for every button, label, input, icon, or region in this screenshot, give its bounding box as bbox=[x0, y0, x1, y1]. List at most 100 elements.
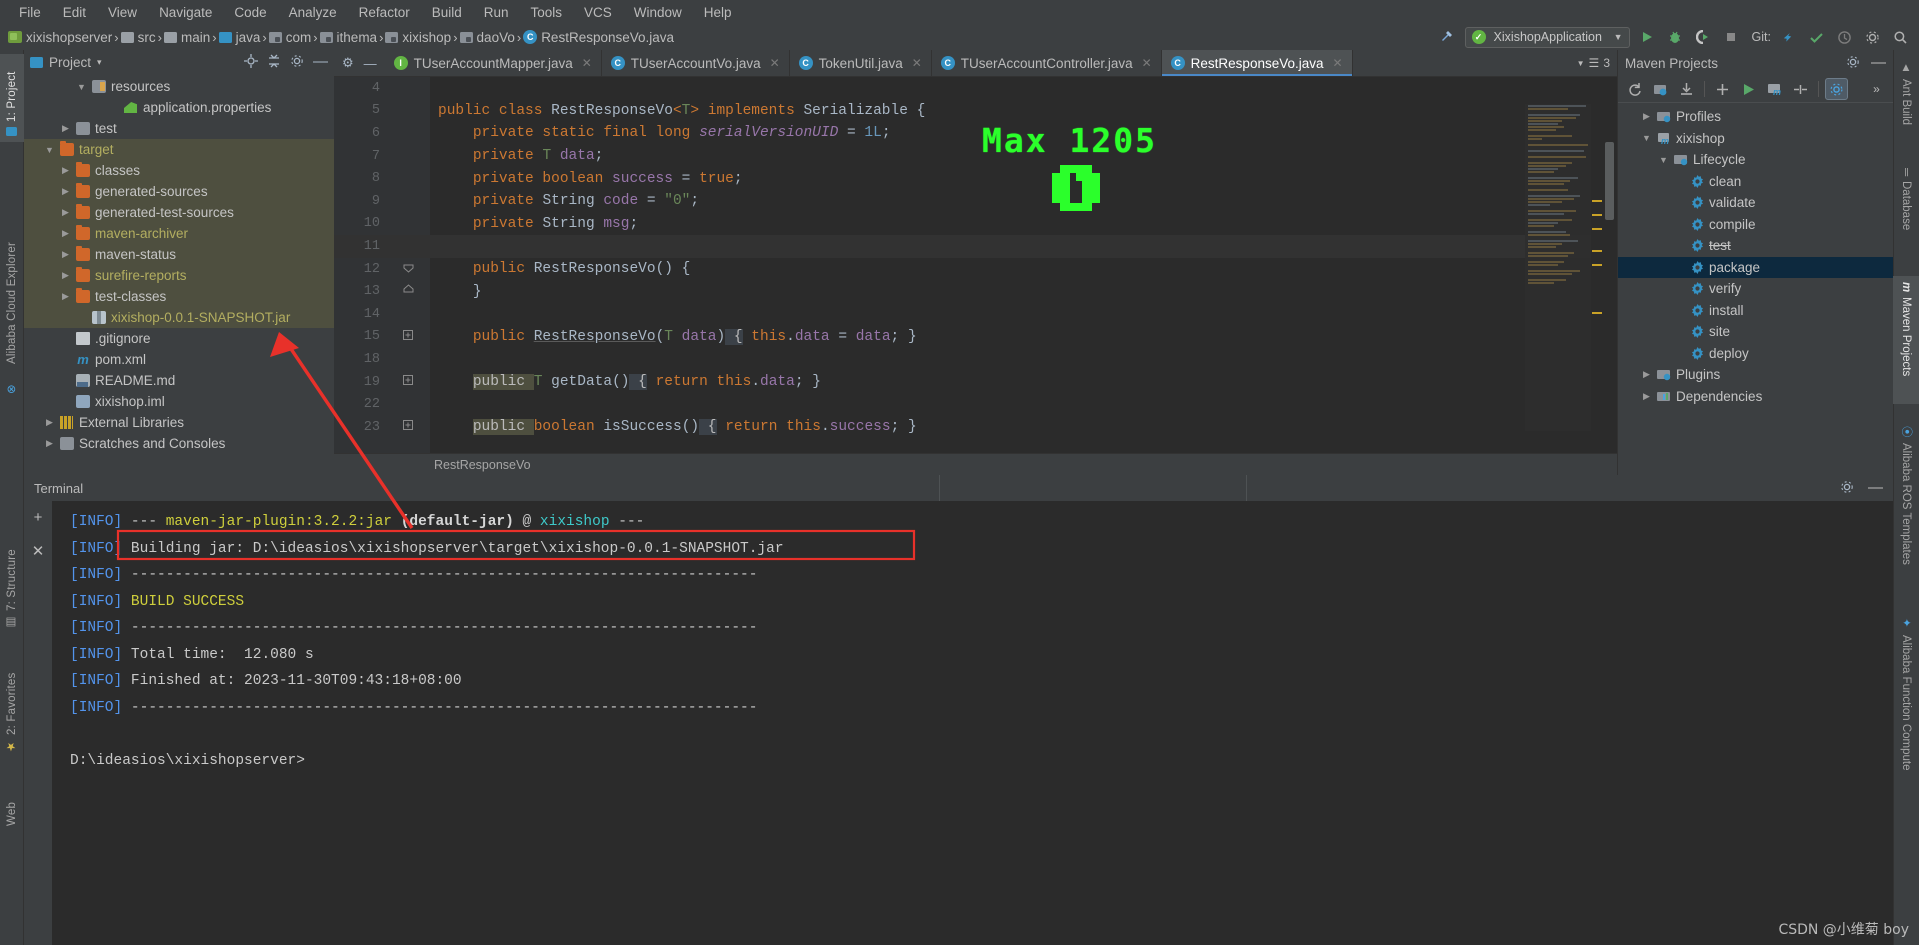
project-tree-row[interactable]: ▶classes bbox=[24, 160, 334, 181]
maven-tree-row[interactable]: ▼mxixishop bbox=[1618, 128, 1893, 150]
chevron-down-icon[interactable]: ▼ bbox=[1577, 59, 1585, 68]
marker-stripe[interactable] bbox=[1592, 214, 1602, 216]
collapse-all-icon[interactable] bbox=[267, 54, 281, 71]
new-terminal-session-icon[interactable]: + bbox=[34, 509, 43, 526]
chevron-right-icon[interactable]: ▶ bbox=[60, 165, 71, 176]
maven-settings-icon[interactable] bbox=[1825, 78, 1848, 100]
chevron-right-icon[interactable]: ▶ bbox=[60, 291, 71, 302]
maven-tree[interactable]: ▶Profiles▼mxixishop▼Lifecycle▶clean▶vali… bbox=[1618, 103, 1893, 407]
stop-icon[interactable] bbox=[1720, 27, 1742, 48]
editor-tab-restresponsevo-java[interactable]: CRestResponseVo.java✕ bbox=[1162, 50, 1353, 76]
commit-icon[interactable] bbox=[1805, 27, 1827, 48]
close-tab-icon[interactable]: ✕ bbox=[912, 56, 922, 70]
project-tree-row[interactable]: ▶generated-test-sources bbox=[24, 202, 334, 223]
maven-tree-row[interactable]: ▶Plugins bbox=[1618, 364, 1893, 386]
project-tree-row[interactable]: ▶README.md bbox=[24, 370, 334, 391]
menu-item-help[interactable]: Help bbox=[693, 3, 743, 22]
editor-scrollbar-thumb[interactable] bbox=[1605, 142, 1614, 220]
debug-icon[interactable] bbox=[1664, 27, 1686, 48]
run-maven-goal-icon[interactable] bbox=[1737, 78, 1760, 100]
maven-tree-row[interactable]: ▶validate bbox=[1618, 192, 1893, 214]
editor-tab-tuseraccountvo-java[interactable]: CTUserAccountVo.java✕ bbox=[602, 50, 790, 76]
code-fold-fold-plus[interactable] bbox=[386, 330, 430, 344]
right-tab-maven-projects[interactable]: m Maven Projects bbox=[1893, 276, 1919, 404]
execute-maven-goal-icon[interactable]: m bbox=[1763, 78, 1786, 100]
chevron-right-icon[interactable]: ▶ bbox=[60, 186, 71, 197]
run-configuration-selector[interactable]: ✓ XixishopApplication ▼ bbox=[1465, 27, 1630, 48]
settings-gear-icon[interactable] bbox=[1861, 27, 1883, 48]
code-fold-fold-plus[interactable] bbox=[386, 375, 430, 389]
pin-tab-icon[interactable]: ⚙ bbox=[342, 55, 354, 71]
editor-tab-tuseraccountcontroller-java[interactable]: CTUserAccountController.java✕ bbox=[932, 50, 1162, 76]
close-terminal-session-icon[interactable]: ✕ bbox=[32, 542, 45, 560]
maven-tree-row[interactable]: ▶verify bbox=[1618, 278, 1893, 300]
chevron-down-icon[interactable]: ▼ bbox=[44, 145, 55, 155]
breadcrumb-item-ithema[interactable]: ithema bbox=[318, 30, 380, 45]
breadcrumb-item-restresponsevo-java[interactable]: CRestResponseVo.java bbox=[521, 30, 676, 45]
project-tree-row[interactable]: ▶External Libraries bbox=[24, 412, 334, 433]
code-fold-fold-collapse[interactable] bbox=[386, 262, 430, 277]
breadcrumb-item-main[interactable]: main bbox=[162, 30, 212, 45]
maven-collapse-icon[interactable]: » bbox=[1865, 78, 1888, 100]
project-tree-row[interactable]: ▼resources bbox=[24, 76, 334, 97]
editor-tab-tokenutil-java[interactable]: CTokenUtil.java✕ bbox=[790, 50, 932, 76]
add-maven-project-icon[interactable] bbox=[1711, 78, 1734, 100]
close-tab-icon[interactable]: ✕ bbox=[1142, 56, 1152, 70]
maven-tree-row[interactable]: ▶compile bbox=[1618, 214, 1893, 236]
project-tree-row[interactable]: ▶test bbox=[24, 118, 334, 139]
sidebar-tab-web[interactable]: Web bbox=[0, 776, 24, 832]
marker-stripe[interactable] bbox=[1592, 312, 1602, 314]
build-hammer-icon[interactable] bbox=[1435, 28, 1459, 47]
sidebar-tab-favorites[interactable]: ★ 2: Favorites bbox=[0, 650, 24, 760]
marker-stripe[interactable] bbox=[1592, 228, 1602, 230]
close-tab-icon[interactable]: ✕ bbox=[770, 56, 780, 70]
terminal-settings-gear-icon[interactable] bbox=[1840, 480, 1854, 497]
menu-item-code[interactable]: Code bbox=[223, 3, 277, 22]
maven-tree-row[interactable]: ▶deploy bbox=[1618, 343, 1893, 365]
menu-item-file[interactable]: File bbox=[8, 3, 52, 22]
breadcrumb-item-xixishop[interactable]: xixishop bbox=[383, 30, 453, 45]
terminal-hide-panel-icon[interactable]: — bbox=[1868, 483, 1883, 493]
menu-item-tools[interactable]: Tools bbox=[520, 3, 574, 22]
project-tree-row[interactable]: ▶surefire-reports bbox=[24, 265, 334, 286]
project-tree-row[interactable]: ▶mpom.xml bbox=[24, 349, 334, 370]
code-fold-fold-plus[interactable] bbox=[386, 420, 430, 434]
project-tree[interactable]: ▼resources▶application.properties▶test▼t… bbox=[24, 74, 334, 475]
menu-item-analyze[interactable]: Analyze bbox=[278, 3, 348, 22]
menu-item-run[interactable]: Run bbox=[473, 3, 520, 22]
chevron-right-icon[interactable]: ▶ bbox=[44, 438, 55, 449]
update-project-icon[interactable] bbox=[1777, 27, 1799, 48]
hide-editor-icon[interactable]: — bbox=[364, 56, 377, 71]
code-editor[interactable]: 45public class RestResponseVo<T> impleme… bbox=[334, 77, 1617, 453]
chevron-right-icon[interactable]: ▶ bbox=[44, 417, 55, 428]
marker-stripe[interactable] bbox=[1592, 264, 1602, 266]
download-sources-icon[interactable] bbox=[1675, 78, 1698, 100]
menu-item-view[interactable]: View bbox=[97, 3, 148, 22]
maven-tree-row[interactable]: ▶site bbox=[1618, 321, 1893, 343]
editor-minimap[interactable] bbox=[1525, 104, 1591, 431]
history-icon[interactable] bbox=[1833, 27, 1855, 48]
project-tree-row[interactable]: ▶xixishop.iml bbox=[24, 391, 334, 412]
editor-scrollbar[interactable] bbox=[1603, 104, 1617, 431]
close-tab-icon[interactable]: ✕ bbox=[582, 56, 592, 70]
chevron-right-icon[interactable]: ▶ bbox=[1641, 111, 1652, 122]
menu-item-vcs[interactable]: VCS bbox=[573, 3, 623, 22]
editor-marker-strip[interactable] bbox=[1591, 104, 1603, 431]
breadcrumb-item-xixishopserver[interactable]: xixishopserver bbox=[6, 30, 114, 45]
chevron-right-icon[interactable]: ▶ bbox=[60, 249, 71, 260]
right-tab-alibaba-ros-templates[interactable]: ⦿ Alibaba ROS Templates bbox=[1893, 420, 1919, 580]
sidebar-tab-structure[interactable]: ▤ 7: Structure bbox=[0, 536, 24, 636]
code-fold-fold-end[interactable] bbox=[386, 284, 430, 299]
project-tree-row[interactable]: ▶maven-status bbox=[24, 244, 334, 265]
project-tree-row[interactable]: ▶Scratches and Consoles bbox=[24, 433, 334, 454]
breadcrumb-item-src[interactable]: src bbox=[119, 30, 158, 45]
menu-item-navigate[interactable]: Navigate bbox=[148, 3, 223, 22]
maven-tree-row[interactable]: ▶test bbox=[1618, 235, 1893, 257]
breadcrumb-item-com[interactable]: com bbox=[267, 30, 314, 45]
sidebar-tab-alibaba-cloud-explorer[interactable]: Alibaba Cloud Explorer bbox=[0, 190, 24, 370]
tab-list-icon[interactable]: ☰ bbox=[1589, 56, 1600, 70]
maven-tree-row[interactable]: ▼Lifecycle bbox=[1618, 149, 1893, 171]
maven-tree-row[interactable]: ▶package bbox=[1618, 257, 1893, 279]
project-tree-row[interactable]: ▶.gitignore bbox=[24, 328, 334, 349]
search-everywhere-icon[interactable] bbox=[1889, 27, 1911, 48]
